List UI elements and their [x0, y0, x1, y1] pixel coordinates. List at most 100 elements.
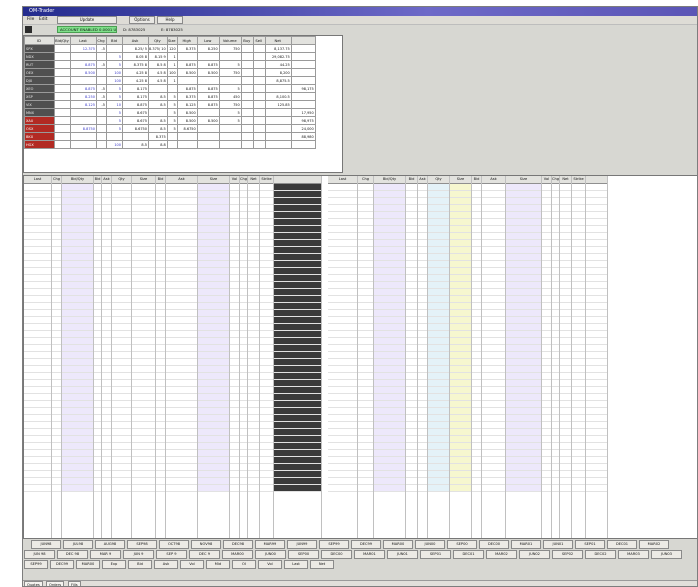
grid-cell[interactable]	[406, 443, 417, 450]
grid-cell[interactable]	[166, 338, 197, 345]
grid-cell[interactable]	[482, 275, 505, 282]
grid-cell[interactable]	[418, 415, 427, 422]
grid-cell[interactable]	[328, 457, 357, 464]
grid-cell[interactable]	[248, 394, 259, 401]
grid-cell[interactable]	[260, 198, 273, 205]
grid-cell[interactable]	[230, 436, 239, 443]
grid-cell[interactable]	[572, 324, 585, 331]
grid-column-header[interactable]: Net	[248, 176, 259, 184]
grid-cell[interactable]	[102, 191, 111, 198]
grid-cell[interactable]	[374, 352, 405, 359]
square-icon[interactable]	[25, 26, 32, 33]
grid-cell[interactable]	[94, 457, 101, 464]
grid-cell[interactable]	[506, 471, 541, 478]
grid-cell[interactable]	[24, 282, 51, 289]
grid-cell[interactable]	[102, 331, 111, 338]
grid-cell[interactable]	[156, 275, 165, 282]
grid-cell[interactable]	[328, 303, 357, 310]
grid-cell[interactable]	[406, 254, 417, 261]
grid-cell[interactable]	[274, 422, 321, 429]
grid-cell[interactable]	[358, 205, 373, 212]
grid-cell[interactable]	[112, 457, 131, 464]
grid-column-header[interactable]: Last	[24, 176, 51, 184]
grid-cell[interactable]	[102, 219, 111, 226]
tab-item[interactable]: MAR02	[486, 550, 517, 559]
grid-cell[interactable]	[62, 443, 93, 450]
grid-cell[interactable]	[450, 415, 471, 422]
grid-cell[interactable]	[472, 457, 481, 464]
grid-cell[interactable]	[260, 247, 273, 254]
grid-cell[interactable]	[542, 261, 551, 268]
grid-cell[interactable]	[586, 422, 607, 429]
grid-cell[interactable]	[156, 464, 165, 471]
grid-cell[interactable]	[358, 471, 373, 478]
column-header[interactable]: Low	[196, 36, 220, 45]
grid-cell[interactable]	[132, 247, 155, 254]
grid-cell[interactable]	[406, 331, 417, 338]
grid-cell[interactable]	[428, 408, 449, 415]
grid-cell[interactable]	[450, 443, 471, 450]
grid-cell[interactable]	[418, 338, 427, 345]
grid-cell[interactable]	[328, 247, 357, 254]
tab-item[interactable]: NOV98	[191, 540, 221, 549]
grid-cell[interactable]	[156, 415, 165, 422]
grid-cell[interactable]	[358, 198, 373, 205]
grid-cell[interactable]	[198, 443, 229, 450]
grid-cell[interactable]	[572, 366, 585, 373]
grid-cell[interactable]	[102, 345, 111, 352]
grid-cell[interactable]	[418, 380, 427, 387]
grid-cell[interactable]	[62, 478, 93, 485]
grid-cell[interactable]	[94, 345, 101, 352]
grid-cell[interactable]	[166, 401, 197, 408]
grid-cell[interactable]	[428, 268, 449, 275]
grid-cell[interactable]	[112, 247, 131, 254]
grid-cell[interactable]	[52, 310, 61, 317]
grid-cell[interactable]	[112, 184, 131, 191]
grid-cell[interactable]	[552, 184, 559, 191]
grid-cell[interactable]	[374, 443, 405, 450]
grid-cell[interactable]	[94, 261, 101, 268]
grid-cell[interactable]	[586, 233, 607, 240]
grid-column-header[interactable]: Qty	[112, 176, 131, 184]
grid-cell[interactable]	[274, 205, 321, 212]
grid-cell[interactable]	[472, 387, 481, 394]
grid-cell[interactable]	[230, 380, 239, 387]
grid-cell[interactable]	[248, 429, 259, 436]
row-label[interactable]: NDX	[24, 52, 55, 61]
grid-cell[interactable]	[586, 373, 607, 380]
grid-cell[interactable]	[62, 373, 93, 380]
grid-cell[interactable]	[406, 415, 417, 422]
grid-cell[interactable]	[374, 345, 405, 352]
grid-cell[interactable]	[166, 296, 197, 303]
grid-cell[interactable]	[198, 359, 229, 366]
grid-cell[interactable]	[52, 380, 61, 387]
grid-cell[interactable]	[94, 303, 101, 310]
grid-cell[interactable]	[24, 408, 51, 415]
grid-cell[interactable]	[428, 380, 449, 387]
grid-cell[interactable]	[328, 359, 357, 366]
grid-cell[interactable]	[506, 219, 541, 226]
grid-cell[interactable]	[166, 457, 197, 464]
grid-cell[interactable]	[358, 422, 373, 429]
grid-cell[interactable]	[132, 205, 155, 212]
tab-item[interactable]: DEC02	[585, 550, 616, 559]
grid-cell[interactable]	[62, 261, 93, 268]
grid-cell[interactable]	[112, 324, 131, 331]
grid-cell[interactable]	[450, 310, 471, 317]
grid-cell[interactable]	[166, 443, 197, 450]
grid-cell[interactable]	[572, 387, 585, 394]
grid-cell[interactable]	[428, 205, 449, 212]
grid-cell[interactable]	[166, 226, 197, 233]
grid-cell[interactable]	[472, 282, 481, 289]
grid-column-header[interactable]: Bid	[472, 176, 481, 184]
grid-cell[interactable]	[132, 317, 155, 324]
grid-cell[interactable]	[560, 226, 571, 233]
grid-cell[interactable]	[482, 464, 505, 471]
grid-cell[interactable]	[586, 359, 607, 366]
grid-cell[interactable]	[112, 254, 131, 261]
grid-cell[interactable]	[428, 471, 449, 478]
grid-cell[interactable]	[572, 485, 585, 492]
grid-cell[interactable]	[24, 317, 51, 324]
grid-cell[interactable]	[274, 310, 321, 317]
tab-item[interactable]: JUN98	[31, 540, 61, 549]
